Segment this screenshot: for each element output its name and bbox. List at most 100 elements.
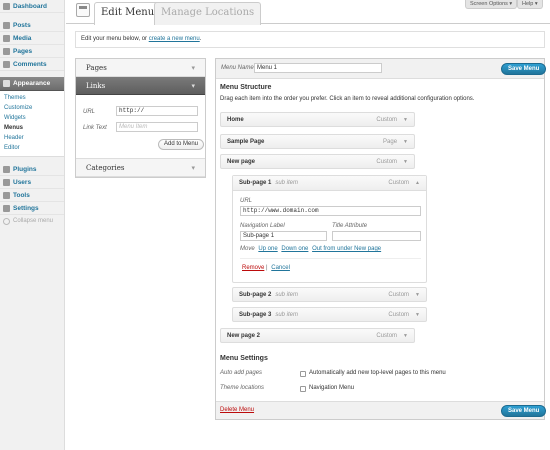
posts-icon	[3, 21, 10, 29]
menu-item-sub-page-3[interactable]: Sub-page 3 sub item Custom ▼	[232, 307, 427, 322]
link-text-label: Link Text	[83, 125, 107, 131]
menu-settings-title: Menu Settings	[220, 355, 268, 362]
save-menu-button-bottom[interactable]: Save Menu	[501, 405, 547, 417]
add-to-menu-button[interactable]: Add to Menu	[158, 139, 205, 150]
move-out-link[interactable]: Out from under New page	[312, 246, 381, 252]
sidebar-item-plugins[interactable]: Plugins	[0, 163, 64, 176]
collapse-icon	[3, 217, 10, 225]
title-attribute-label: Title Attribute	[332, 223, 368, 229]
remove-link[interactable]: Remove	[242, 265, 264, 271]
collapse-menu-button[interactable]: Collapse menu	[0, 215, 64, 227]
sidebar-item-tools[interactable]: Tools	[0, 189, 64, 202]
sidebar-item-label: Users	[13, 178, 32, 186]
edit-menu-notice: Edit your menu below, or create a new me…	[75, 31, 545, 48]
link-text-input[interactable]: Menu Item	[116, 122, 198, 132]
accordion-label: Categories	[86, 163, 125, 172]
sidebar-item-media[interactable]: Media	[0, 32, 64, 45]
notice-text: Edit your menu below, or	[81, 36, 149, 42]
sidebar-item-comments[interactable]: Comments	[0, 58, 64, 71]
menu-structure-desc: Drag each item into the order you prefer…	[220, 96, 475, 102]
title-attribute-input[interactable]	[332, 231, 421, 241]
accordion-categories[interactable]: Categories ▾	[76, 159, 205, 177]
sidebar-item-label: Posts	[13, 21, 31, 29]
screen-options-button[interactable]: Screen Options ▾	[465, 0, 518, 9]
notice-end: .	[199, 36, 202, 42]
menu-item-type: Custom	[388, 180, 410, 186]
menu-item-new-page-2[interactable]: New page 2 Custom ▼	[220, 328, 415, 343]
menu-item-title: Home	[227, 116, 244, 123]
sidebar-item-pages[interactable]: Pages	[0, 45, 64, 58]
add-menu-items-accordion: Pages ▾ Links ▾ URL http:// Link Text Menu…	[75, 58, 206, 178]
url-input[interactable]: http://	[116, 106, 198, 116]
menu-item-sub-page-2[interactable]: Sub-page 2 sub item Custom ▼	[232, 287, 427, 302]
chevron-down-icon: ▾	[191, 63, 195, 72]
chevron-down-icon[interactable]: ▼	[403, 159, 408, 165]
move-up-link[interactable]: Up one	[258, 246, 277, 252]
submenu-widgets[interactable]: Widgets	[0, 113, 64, 123]
accordion-pages[interactable]: Pages ▾	[76, 59, 205, 77]
pages-icon	[3, 47, 10, 55]
chevron-down-icon: ▾	[191, 81, 195, 90]
nav-label-input[interactable]: Sub-page 1	[240, 231, 327, 241]
sidebar-item-label: Settings	[13, 204, 39, 212]
menu-item-sample-page[interactable]: Sample Page Page ▼	[220, 134, 415, 149]
edit-url-label: URL	[240, 198, 253, 204]
submenu-menus[interactable]: Menus	[0, 123, 64, 133]
menu-item-new-page[interactable]: New page Custom ▼	[220, 154, 415, 169]
dashboard-icon	[3, 2, 10, 10]
chevron-down-icon[interactable]: ▼	[403, 333, 408, 339]
remove-cancel-links: Remove | Cancel	[240, 265, 290, 271]
menu-item-title: Sample Page	[227, 138, 265, 145]
create-new-menu-link[interactable]: create a new menu	[149, 36, 200, 42]
menu-item-home[interactable]: Home Custom ▼	[220, 112, 415, 127]
collapse-label: Collapse menu	[13, 218, 54, 224]
sidebar-item-posts[interactable]: Posts	[0, 19, 64, 32]
menu-footer	[216, 401, 544, 419]
chevron-down-icon[interactable]: ▼	[403, 139, 408, 145]
menu-item-title: New page	[227, 158, 256, 165]
menu-item-type: Custom	[388, 311, 410, 318]
auto-add-checkbox[interactable]	[300, 371, 306, 377]
tools-icon	[3, 191, 10, 199]
sidebar-item-users[interactable]: Users	[0, 176, 64, 189]
sidebar-item-dashboard[interactable]: Dashboard	[0, 0, 64, 13]
help-button[interactable]: Help ▾	[517, 0, 543, 9]
menu-item-subtag: sub item	[275, 291, 299, 298]
tab-manage-locations[interactable]: Manage Locations	[154, 2, 262, 25]
menu-item-type: Custom	[388, 291, 410, 298]
chevron-down-icon[interactable]: ▼	[415, 312, 420, 318]
chevron-down-icon[interactable]: ▼	[415, 292, 420, 298]
menu-name-input[interactable]: Menu 1	[254, 63, 382, 73]
appearance-icon	[3, 80, 10, 87]
sidebar-item-settings[interactable]: Settings	[0, 202, 64, 215]
edit-url-input[interactable]: http://www.domain.com	[240, 206, 421, 216]
move-down-link[interactable]: Down one	[281, 246, 308, 252]
sidebar-item-label: Plugins	[13, 165, 37, 173]
accordion-links[interactable]: Links ▾	[76, 77, 205, 95]
sidebar-item-label: Appearance	[13, 80, 51, 87]
menu-structure-title: Menu Structure	[220, 84, 272, 91]
menu-item-type: Custom	[376, 116, 398, 123]
save-menu-button[interactable]: Save Menu	[501, 63, 547, 75]
chevron-up-icon[interactable]: ▲	[415, 180, 420, 186]
links-panel: URL http:// Link Text Menu Item Add to M…	[76, 95, 205, 159]
cancel-link[interactable]: Cancel	[271, 265, 290, 271]
navigation-menu-text: Navigation Menu	[309, 385, 355, 391]
chevron-down-icon[interactable]: ▼	[403, 117, 408, 123]
menu-item-subtag: sub item	[275, 311, 299, 318]
sidebar-item-appearance[interactable]: Appearance	[0, 77, 64, 91]
menu-item-title: New page 2	[227, 332, 261, 339]
delete-menu-link[interactable]: Delete Menu	[220, 407, 254, 413]
submenu-header[interactable]: Header	[0, 133, 64, 143]
navigation-menu-checkbox[interactable]	[300, 386, 306, 392]
submenu-customize[interactable]: Customize	[0, 103, 64, 113]
sidebar-item-label: Dashboard	[13, 2, 47, 10]
menu-item-type: Page	[383, 138, 398, 145]
submenu-themes[interactable]: Themes	[0, 93, 64, 103]
menu-name-label: Menu Name	[221, 65, 254, 71]
submenu-editor[interactable]: Editor	[0, 143, 64, 153]
auto-add-label: Auto add pages	[220, 370, 263, 376]
sidebar-item-label: Tools	[13, 191, 30, 199]
media-icon	[3, 34, 10, 42]
menu-item-sub-page-1[interactable]: Sub-page 1 sub item Custom ▲	[233, 176, 426, 191]
